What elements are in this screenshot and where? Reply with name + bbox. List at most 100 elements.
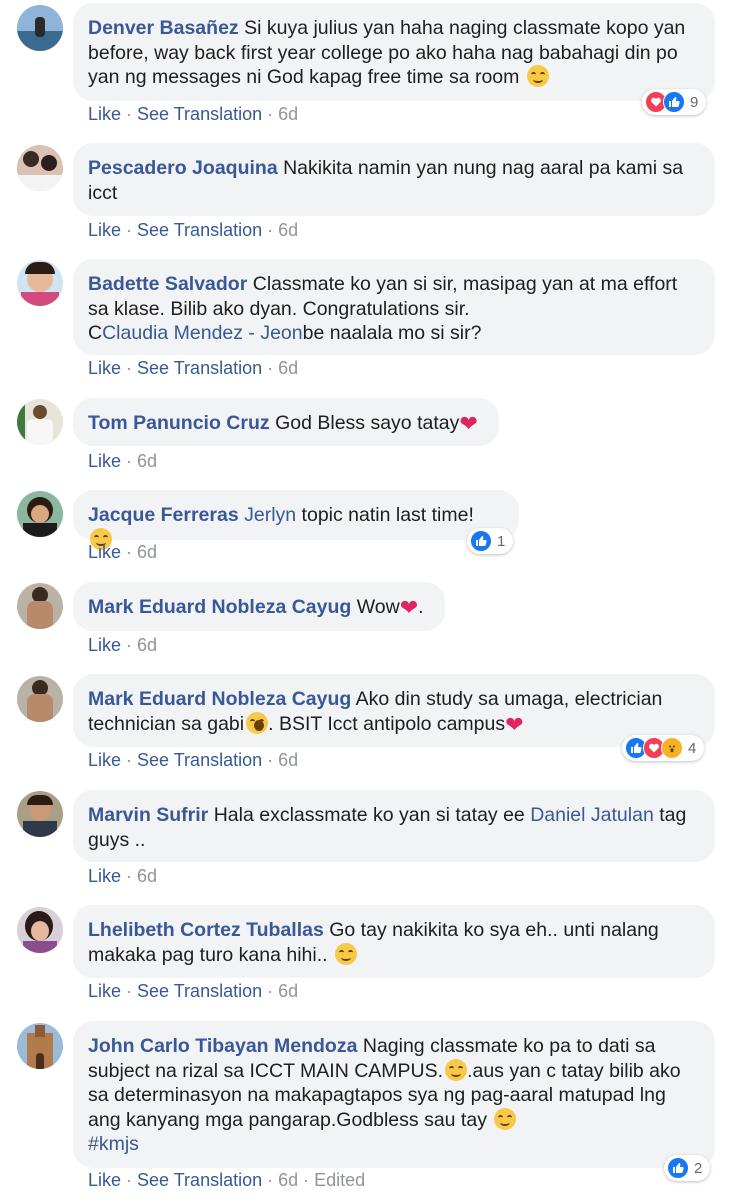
timestamp[interactable]: 6d	[137, 542, 157, 562]
see-translation-link[interactable]: See Translation	[137, 750, 262, 770]
comment-bubble: Mark Eduard Nobleza Cayug Ako din study …	[73, 674, 715, 747]
comment-actions: Like · 6d	[88, 865, 157, 887]
wow-icon	[661, 737, 683, 759]
reaction-count: 9	[690, 93, 699, 111]
separator: ·	[126, 1170, 133, 1190]
comment-author[interactable]: Lhelibeth Cortez Tuballas	[88, 919, 324, 941]
separator: ·	[126, 451, 133, 471]
avatar[interactable]	[17, 791, 63, 837]
comment-actions: Like · See Translation · 6d	[88, 219, 298, 241]
timestamp[interactable]: 6d	[278, 1170, 298, 1190]
comment-actions: Like · See Translation · 6d	[88, 357, 298, 379]
like-link[interactable]: Like	[88, 542, 121, 562]
timestamp[interactable]: 6d	[278, 104, 298, 124]
see-translation-link[interactable]: See Translation	[137, 104, 262, 124]
like-link[interactable]: Like	[88, 1170, 121, 1190]
reaction-count: 2	[694, 1159, 703, 1177]
timestamp[interactable]: 6d	[137, 635, 157, 655]
separator: ·	[267, 358, 274, 378]
comment-bubble: Denver Basañez Si kuya julius yan haha n…	[73, 3, 715, 101]
comment-bubble: Jacque Ferreras Jerlyn topic natin last …	[73, 490, 519, 550]
like-link[interactable]: Like	[88, 451, 121, 471]
comment-bubble: Badette Salvador Classmate ko yan si sir…	[73, 259, 715, 355]
hashtag-link[interactable]: #kmjs	[88, 1133, 139, 1155]
see-translation-link[interactable]: See Translation	[137, 981, 262, 1001]
avatar[interactable]	[17, 583, 63, 629]
comment-text: Wow	[356, 596, 400, 618]
smile-emoji-icon	[445, 1058, 468, 1081]
timestamp[interactable]: 6d	[137, 451, 157, 471]
avatar[interactable]	[17, 5, 63, 51]
edited-label: Edited	[314, 1170, 366, 1190]
mention-link[interactable]: Jerlyn	[244, 504, 296, 526]
timestamp[interactable]: 6d	[278, 981, 298, 1001]
fearful-emoji-icon	[246, 711, 269, 734]
see-translation-link[interactable]: See Translation	[137, 220, 262, 240]
comment-author[interactable]: Denver Basañez	[88, 17, 239, 39]
like-link[interactable]: Like	[88, 220, 121, 240]
comment-actions: Like · See Translation · 6d	[88, 980, 298, 1002]
avatar[interactable]	[17, 676, 63, 722]
red-heart-emoji-icon: ❤	[505, 711, 524, 737]
comment-author[interactable]: John Carlo Tibayan Mendoza	[88, 1035, 357, 1057]
comment-bubble: Marvin Sufrir Hala exclassmate ko yan si…	[73, 790, 715, 862]
see-translation-link[interactable]: See Translation	[137, 358, 262, 378]
comment-author[interactable]: Marvin Sufrir	[88, 804, 208, 826]
avatar[interactable]	[17, 491, 63, 537]
comment-bubble: Lhelibeth Cortez Tuballas Go tay nakikit…	[73, 905, 715, 978]
timestamp[interactable]: 6d	[278, 358, 298, 378]
reaction-summary[interactable]: 1	[467, 528, 514, 554]
reaction-summary[interactable]: 9	[642, 89, 707, 115]
separator: ·	[126, 750, 133, 770]
like-link[interactable]: Like	[88, 358, 121, 378]
separator: ·	[303, 1170, 310, 1190]
like-icon	[667, 1157, 689, 1179]
timestamp[interactable]: 6d	[137, 866, 157, 886]
smile-emoji-icon	[526, 65, 549, 87]
comment-text-suffix: . BSIT Icct antipolo campus	[268, 712, 506, 735]
comment-actions: Like · 6d	[88, 450, 157, 472]
mention-link[interactable]: Daniel Jatulan	[530, 804, 654, 826]
red-heart-emoji-icon: ❤	[459, 411, 478, 436]
avatar[interactable]	[17, 260, 63, 306]
comment-author[interactable]: Pescadero Joaquina	[88, 157, 278, 179]
separator: ·	[126, 358, 133, 378]
avatar[interactable]	[17, 1023, 63, 1069]
comment-author[interactable]: Tom Panuncio Cruz	[88, 412, 270, 434]
like-link[interactable]: Like	[88, 750, 121, 770]
comment-bubble: Pescadero Joaquina Nakikita namin yan nu…	[73, 143, 715, 216]
comment-text: Hala exclassmate ko yan si tatay ee	[213, 804, 531, 826]
separator: ·	[126, 104, 133, 124]
comment-text-suffix: .	[418, 596, 424, 618]
separator: ·	[267, 750, 274, 770]
avatar[interactable]	[17, 907, 63, 953]
mention-link[interactable]: Claudia Mendez - Jeon	[102, 322, 303, 344]
comment-author[interactable]: Mark Eduard Nobleza Cayug	[88, 596, 351, 618]
comment-text-prefix: C	[88, 322, 103, 344]
reaction-count: 1	[497, 532, 506, 550]
see-translation-link[interactable]: See Translation	[137, 1170, 262, 1190]
comment-text-suffix: be naalala mo si sir?	[302, 322, 482, 344]
avatar[interactable]	[17, 145, 63, 191]
like-link[interactable]: Like	[88, 635, 121, 655]
comment-text: topic natin last time!	[296, 504, 474, 526]
reaction-summary[interactable]: 2	[664, 1155, 711, 1181]
comment-author[interactable]: Mark Eduard Nobleza Cayug	[88, 688, 351, 710]
relieved-emoji-icon	[494, 1107, 517, 1130]
timestamp[interactable]: 6d	[278, 220, 298, 240]
separator: ·	[126, 220, 133, 240]
comment-author[interactable]: Jacque Ferreras	[88, 504, 239, 526]
separator: ·	[126, 635, 133, 655]
comment-author[interactable]: Badette Salvador	[88, 273, 247, 295]
timestamp[interactable]: 6d	[278, 750, 298, 770]
comment-bubble: Mark Eduard Nobleza Cayug Wow❤.	[73, 582, 445, 631]
like-link[interactable]: Like	[88, 104, 121, 124]
like-link[interactable]: Like	[88, 981, 121, 1001]
reaction-summary[interactable]: 4	[622, 735, 705, 761]
comment-text: God Bless sayo tatay	[275, 412, 460, 434]
red-heart-emoji-icon: ❤	[399, 595, 419, 620]
comment-actions: Like · See Translation · 6d	[88, 103, 298, 125]
like-link[interactable]: Like	[88, 866, 121, 886]
comment-bubble: John Carlo Tibayan Mendoza Naging classm…	[73, 1021, 715, 1168]
avatar[interactable]	[17, 399, 63, 445]
